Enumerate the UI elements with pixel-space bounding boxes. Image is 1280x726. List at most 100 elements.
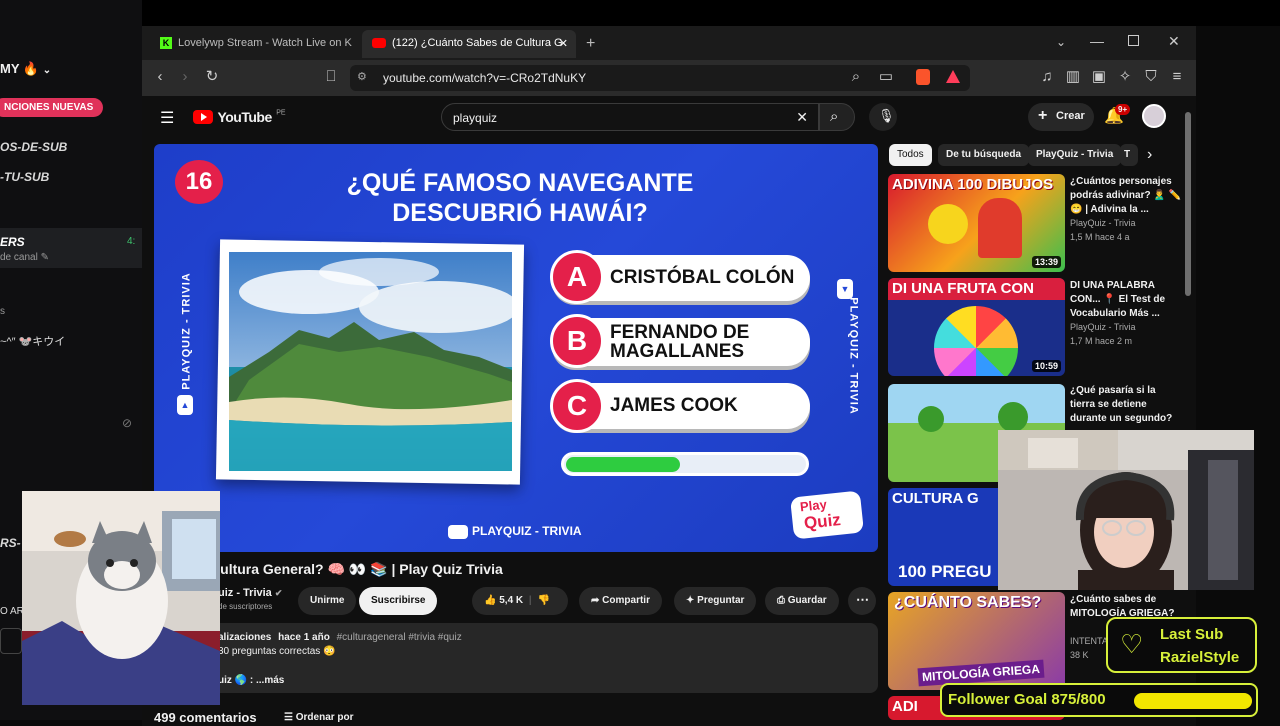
more-actions-icon[interactable]: ⋯ (848, 587, 876, 615)
kick-icon: K (160, 37, 172, 49)
rec-thumb-2-text: DI UNA FRUTA CON (892, 280, 1034, 297)
create-button[interactable]: + Crear (1028, 103, 1094, 131)
like-dislike-group: 👍 5,4 K | 👎 (472, 587, 568, 615)
sidebar-icon[interactable]: ▥ (1062, 66, 1084, 88)
chat-command-1: OS-DE-SUB (0, 140, 68, 154)
chat-highlight-sub-text: de canal (0, 252, 38, 263)
subscribe-button[interactable]: Suscribirse (359, 587, 438, 615)
description-more-link[interactable]: uiz 🌎 : ...más (218, 675, 284, 686)
back-icon[interactable]: ‹ (149, 66, 171, 88)
close-window-icon[interactable]: ✕ (1168, 33, 1180, 50)
comment-count: 499 comentarios (154, 710, 257, 725)
youtube-search-box[interactable]: playquiz ✕ (441, 103, 819, 131)
dislike-icon[interactable]: 👎 (538, 595, 550, 606)
chat-highlight-time: 4: (127, 236, 136, 247)
streamer-webcam (998, 430, 1254, 590)
reload-icon[interactable]: ↻ (201, 66, 223, 88)
tab-kick-stream[interactable]: K Lovelywp Stream - Watch Live on Kic (150, 30, 352, 58)
youtube-region: PE (276, 109, 286, 117)
create-label: Crear (1056, 110, 1085, 122)
rec-thumb-2[interactable]: DI UNA FRUTA CON 10:59 (888, 278, 1065, 376)
chat-line-kana: ~^″ 🐭キウイ (0, 336, 66, 348)
youtube-white-icon (448, 524, 468, 539)
verified-icon: ✔ (274, 588, 283, 598)
youtube-logo[interactable]: YouTube PE (193, 108, 286, 126)
rec-3-title[interactable]: ¿Qué pasaría si la tierra se detiene dur… (1070, 384, 1182, 426)
sort-label: Ordenar por (295, 712, 354, 723)
chip-todos[interactable]: Todos (889, 144, 932, 166)
chat-channel-label: MY (0, 61, 20, 76)
share-button[interactable]: ➦ Compartir (579, 587, 662, 615)
question-number: 16 (175, 160, 223, 204)
rec-2-title[interactable]: DI UNA PALABRA CON... 📍 El Test de Vocab… (1070, 279, 1182, 321)
new-tab-button[interactable]: + (586, 35, 595, 53)
chat-command-3: RS- (0, 536, 21, 550)
site-info-icon[interactable]: ⚙ (357, 70, 367, 83)
forward-icon[interactable]: › (174, 66, 196, 88)
youtube-search-button[interactable]: ⌕ (819, 103, 855, 131)
rec-1-title[interactable]: ¿Cuántos personajes podrás adivinar? 🙎‍♂… (1070, 175, 1182, 217)
chip-more[interactable]: T (1120, 144, 1138, 166)
rec-1-channel[interactable]: PlayQuiz - Trivia (1070, 216, 1182, 230)
chevron-down-icon: ⌄ (42, 65, 52, 76)
tab-youtube-video[interactable]: (122) ¿Cuánto Sabes de Cultura G ✕ (362, 30, 576, 58)
answer-a-letter: A (550, 250, 604, 304)
bookmark-icon[interactable]: ⎕ (320, 66, 342, 88)
chip-de-tu-busqueda[interactable]: De tu búsqueda (938, 144, 1030, 166)
rec-1-duration: 13:39 (1031, 256, 1061, 268)
ask-label: Preguntar (697, 595, 745, 606)
sort-comments[interactable]: ☰ Ordenar por (284, 712, 354, 723)
rec-thumb-1[interactable]: ADIVINA 100 DIBUJOS 13:39 (888, 174, 1065, 272)
description-line-2: 30 preguntas correctas 😳 (218, 646, 336, 657)
share-icon: ➦ (591, 595, 600, 606)
chip-playquiz[interactable]: PlayQuiz - Trivia (1028, 144, 1122, 166)
chat-highlight-sub: de canal ✎ (0, 252, 49, 263)
microphone-icon: 🎙 (878, 108, 895, 123)
chat-highlight-name: ERS (0, 235, 25, 249)
close-tab-icon[interactable]: ✕ (559, 37, 568, 50)
rec-thumb-5[interactable]: ¿CUÁNTO SABES? MITOLOGÍA GRIEGA (888, 592, 1065, 690)
hawaii-photo (229, 252, 512, 471)
maximize-icon[interactable] (1128, 35, 1139, 46)
chips-next-icon[interactable]: › (1147, 146, 1152, 164)
upload-date: hace 1 año (278, 632, 330, 643)
wallet-icon[interactable]: ▣ (1088, 66, 1110, 88)
brave-shield-icon[interactable] (916, 69, 930, 85)
plus-icon: + (1038, 107, 1048, 124)
leo-ai-icon[interactable]: ✧ (1114, 66, 1136, 88)
new-notifications-pill[interactable]: NCIONES NUEVAS (0, 98, 104, 117)
play-icon-right: ▼ (837, 279, 853, 299)
brave-rewards-icon[interactable] (946, 70, 960, 83)
hamburger-menu-icon[interactable]: ☰ (160, 108, 174, 128)
chat-input-edge[interactable] (0, 628, 22, 654)
tab-list-icon[interactable]: ⌄ (1056, 35, 1066, 49)
vpn-icon[interactable]: ⛉ (1140, 66, 1162, 88)
clear-search-icon[interactable]: ✕ (796, 109, 808, 126)
cast-icon[interactable]: ▭ (875, 66, 897, 88)
join-button[interactable]: Unirme (298, 587, 357, 615)
video-channel-label: PLAYQUIZ - TRIVIA (472, 524, 582, 538)
menu-icon[interactable]: ≡ (1166, 66, 1188, 88)
answer-b-letter: B (550, 314, 604, 368)
question-text: ¿QUÉ FAMOSO NAVEGANTE DESCUBRIÓ HAWÁI? (346, 169, 694, 227)
avatar[interactable] (1142, 104, 1166, 128)
page-scrollbar[interactable] (1185, 112, 1191, 296)
save-button[interactable]: ⎙ Guardar (765, 587, 839, 615)
youtube-search-input[interactable]: playquiz (453, 111, 497, 125)
sparkle-icon: ✦ (686, 595, 695, 606)
chat-channel-name[interactable]: MY 🔥 ⌄ (0, 61, 51, 77)
mute-icon[interactable]: ⊘ (122, 416, 132, 430)
channel-name[interactable]: uiz - Trivia ✔ (218, 587, 282, 599)
minimize-icon[interactable]: — (1090, 33, 1104, 49)
rec-2-channel[interactable]: PlayQuiz - Trivia (1070, 320, 1182, 334)
voice-search-button[interactable]: 🎙 (869, 103, 897, 131)
like-icon[interactable]: 👍 (484, 595, 496, 606)
view-count: alizaciones (218, 632, 272, 643)
music-icon[interactable]: ♫ (1036, 66, 1058, 88)
ask-button[interactable]: ✦ Preguntar (674, 587, 757, 615)
zoom-icon[interactable]: ⌕ (845, 66, 867, 88)
description-stats: alizaciones hace 1 año #culturageneral #… (218, 632, 462, 643)
hashtags[interactable]: #culturageneral #trivia #quiz (337, 632, 462, 643)
timer-bar-fill (566, 457, 681, 472)
like-count[interactable]: 5,4 K (499, 595, 523, 606)
